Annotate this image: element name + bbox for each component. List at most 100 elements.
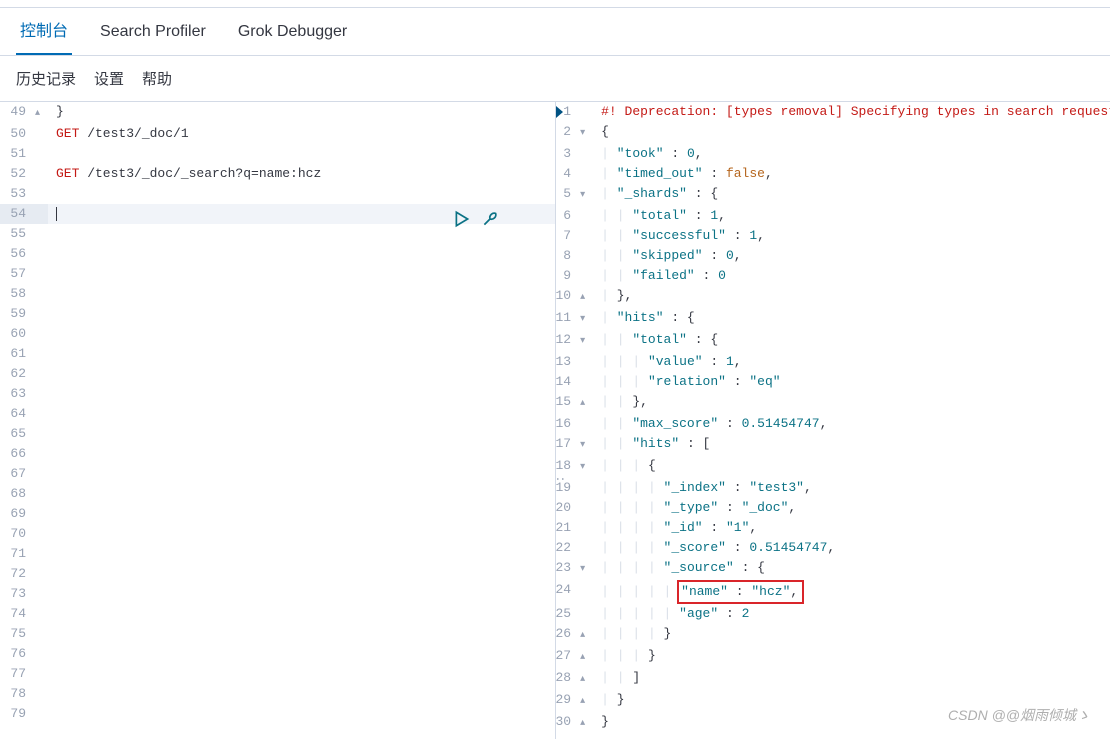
gutter-line-number: 9	[556, 266, 594, 286]
code-line[interactable]: | | | | "_id" : "1",	[593, 518, 1110, 538]
code-line[interactable]	[48, 404, 555, 424]
code-line[interactable]	[48, 144, 555, 164]
code-line[interactable]: | | | }	[593, 646, 1110, 668]
code-line[interactable]: GET /test3/_doc/_search?q=name:hcz	[48, 164, 555, 184]
code-line[interactable]: | | "hits" : [	[593, 434, 1110, 456]
code-line[interactable]	[48, 364, 555, 384]
code-line[interactable]	[48, 624, 555, 644]
gutter-line-number: 51	[0, 144, 48, 164]
code-line[interactable]	[48, 704, 555, 724]
gutter-line-number: 20	[556, 498, 594, 518]
gutter-line-number: 68	[0, 484, 48, 504]
code-line[interactable]: | "took" : 0,	[593, 144, 1110, 164]
gutter-line-number: 78	[0, 684, 48, 704]
request-editor-pane[interactable]: 49▴}50GET /test3/_doc/15152GET /test3/_d…	[0, 102, 556, 739]
gutter-line-number: 70	[0, 524, 48, 544]
code-line[interactable]	[48, 484, 555, 504]
code-line[interactable]	[48, 664, 555, 684]
code-line[interactable]: | | "successful" : 1,	[593, 226, 1110, 246]
code-line[interactable]	[48, 564, 555, 584]
code-line[interactable]: | | "total" : 1,	[593, 206, 1110, 226]
tab-grok-debugger[interactable]: Grok Debugger	[234, 11, 351, 55]
code-line[interactable]	[48, 644, 555, 664]
code-line[interactable]: | | | | | "age" : 2	[593, 604, 1110, 624]
gutter-line-number: 57	[0, 264, 48, 284]
response-pane[interactable]: ⋮ 1#! Deprecation: [types removal] Speci…	[556, 102, 1110, 739]
code-line[interactable]	[48, 264, 555, 284]
gutter-line-number: 23▾	[556, 558, 594, 580]
code-line[interactable]: | | "failed" : 0	[593, 266, 1110, 286]
wrench-icon[interactable]	[481, 210, 499, 228]
gutter-line-number: 30▴	[556, 712, 594, 734]
gutter-line-number: 3	[556, 144, 594, 164]
gutter-line-number: 13	[556, 352, 594, 372]
code-line[interactable]: | },	[593, 286, 1110, 308]
code-line[interactable]	[48, 504, 555, 524]
code-line[interactable]	[48, 384, 555, 404]
gutter-line-number: 66	[0, 444, 48, 464]
code-line[interactable]: | | },	[593, 392, 1110, 414]
request-actions	[453, 210, 499, 228]
gutter-line-number: 56	[0, 244, 48, 264]
code-line[interactable]: | | | "relation" : "eq"	[593, 372, 1110, 392]
code-line[interactable]: | | | | | "name" : "hcz",	[593, 580, 1110, 604]
code-line[interactable]: | | | "value" : 1,	[593, 352, 1110, 372]
code-line[interactable]	[48, 324, 555, 344]
gutter-line-number: 14	[556, 372, 594, 392]
code-line[interactable]	[48, 544, 555, 564]
code-line[interactable]	[48, 344, 555, 364]
submenu-history[interactable]: 历史记录	[16, 68, 76, 89]
tab-search-profiler[interactable]: Search Profiler	[96, 11, 210, 55]
submenu-help[interactable]: 帮助	[142, 68, 172, 89]
code-line[interactable]: | "timed_out" : false,	[593, 164, 1110, 184]
gutter-line-number: 79	[0, 704, 48, 724]
code-line[interactable]: | | | | "_source" : {	[593, 558, 1110, 580]
gutter-line-number: 12▾	[556, 330, 594, 352]
submenu-settings[interactable]: 设置	[94, 68, 124, 89]
code-line[interactable]	[48, 424, 555, 444]
code-line[interactable]: | | "total" : {	[593, 330, 1110, 352]
code-line[interactable]: }	[48, 102, 555, 124]
gutter-line-number: 24	[556, 580, 594, 604]
code-line[interactable]	[48, 584, 555, 604]
code-line[interactable]	[48, 184, 555, 204]
gutter-line-number: 53	[0, 184, 48, 204]
code-line[interactable]	[48, 524, 555, 544]
code-line[interactable]: | | | | "_score" : 0.51454747,	[593, 538, 1110, 558]
code-line[interactable]: | | ]	[593, 668, 1110, 690]
code-line[interactable]: | "_shards" : {	[593, 184, 1110, 206]
pane-resize-handle[interactable]: ⋮	[556, 472, 567, 486]
play-icon[interactable]	[453, 210, 471, 228]
code-line[interactable]: GET /test3/_doc/1	[48, 124, 555, 144]
highlighted-source-field: "name" : "hcz",	[677, 580, 804, 604]
code-line[interactable]: | "hits" : {	[593, 308, 1110, 330]
code-line[interactable]: | | | | "_type" : "_doc",	[593, 498, 1110, 518]
gutter-line-number: 28▴	[556, 668, 594, 690]
code-line[interactable]: | | | | }	[593, 624, 1110, 646]
gutter-line-number: 21	[556, 518, 594, 538]
code-line[interactable]: | | "skipped" : 0,	[593, 246, 1110, 266]
gutter-line-number: 73	[0, 584, 48, 604]
gutter-line-number: 52	[0, 164, 48, 184]
editor-panes: 49▴}50GET /test3/_doc/15152GET /test3/_d…	[0, 102, 1110, 739]
code-line[interactable]: | | | | "_index" : "test3",	[593, 478, 1110, 498]
code-line[interactable]: | | | {	[593, 456, 1110, 478]
code-line[interactable]	[48, 464, 555, 484]
gutter-line-number: 26▴	[556, 624, 594, 646]
code-line[interactable]	[48, 604, 555, 624]
code-line[interactable]: | | "max_score" : 0.51454747,	[593, 414, 1110, 434]
watermark-text: CSDN @@烟雨倾城ゝ	[948, 705, 1090, 725]
gutter-line-number: 69	[0, 504, 48, 524]
code-line[interactable]	[48, 304, 555, 324]
code-line[interactable]: #! Deprecation: [types removal] Specifyi…	[593, 102, 1110, 122]
current-line-arrow-icon	[556, 106, 563, 118]
gutter-line-number: 62	[0, 364, 48, 384]
code-line[interactable]	[48, 444, 555, 464]
gutter-line-number: 22	[556, 538, 594, 558]
tab-console[interactable]: 控制台	[16, 5, 72, 55]
gutter-line-number: 50	[0, 124, 48, 144]
code-line[interactable]	[48, 284, 555, 304]
code-line[interactable]: {	[593, 122, 1110, 144]
code-line[interactable]	[48, 684, 555, 704]
code-line[interactable]	[48, 244, 555, 264]
